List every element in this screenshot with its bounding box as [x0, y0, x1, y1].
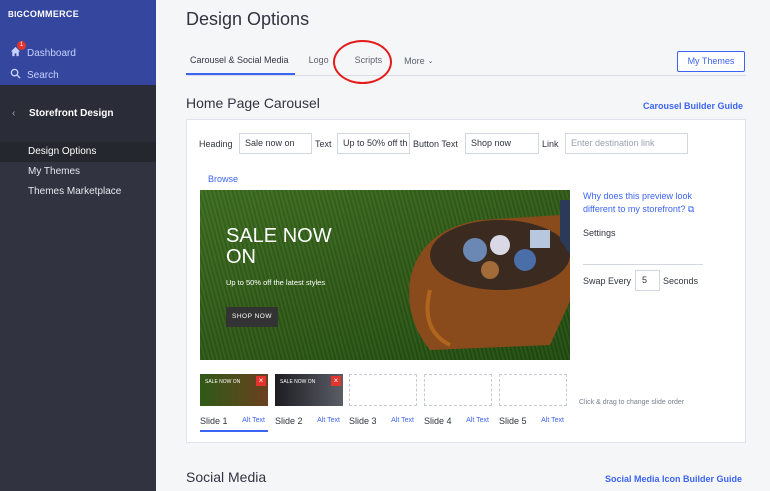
- sidebar-item-search[interactable]: Search: [10, 68, 59, 82]
- page-title: Design Options: [186, 9, 310, 29]
- tab-more-label: More: [404, 56, 425, 66]
- search-label: Search: [27, 69, 59, 81]
- alt-text-link[interactable]: Alt Text: [317, 417, 340, 424]
- browse-link[interactable]: Browse: [208, 174, 238, 184]
- preview-difference-text: Why does this preview look different to …: [583, 191, 693, 214]
- slide-tab[interactable]: Slide 3 Alt Text: [349, 416, 417, 430]
- dashboard-label: Dashboard: [27, 47, 76, 59]
- my-themes-button[interactable]: My Themes: [677, 51, 745, 72]
- thumb-text: SALE NOW ON: [205, 379, 241, 385]
- heading-label: Heading: [199, 139, 233, 149]
- chevron-down-icon: ⌄: [427, 58, 434, 65]
- carousel-card: Heading Sale now on Text Up to 50% off t…: [186, 119, 746, 443]
- settings-divider: [583, 264, 703, 265]
- drag-hint: Click & drag to change slide order: [579, 399, 685, 406]
- slide-tab[interactable]: Slide 2 Alt Text: [275, 416, 343, 430]
- thumb-text: SALE NOW ON: [280, 379, 316, 385]
- slide-label: Slide 4: [424, 416, 452, 426]
- slide-shop-button[interactable]: SHOP NOW: [226, 307, 278, 327]
- preview-difference-link[interactable]: Why does this preview look different to …: [583, 190, 708, 216]
- slide-tab[interactable]: Slide 5 Alt Text: [499, 416, 567, 430]
- swap-every-label: Swap Every: [583, 276, 632, 286]
- tab-bar: Carousel & Social Media Logo Scripts Mor…: [186, 52, 450, 75]
- sidebar-item-dashboard[interactable]: 1 Dashboard: [10, 41, 76, 60]
- alt-text-link[interactable]: Alt Text: [541, 417, 564, 424]
- slide-label: Slide 1: [200, 416, 228, 426]
- carousel-preview: SALE NOW ON Up to 50% off the latest sty…: [200, 190, 570, 360]
- sidebar-item-themes-marketplace[interactable]: Themes Marketplace: [0, 182, 156, 202]
- slide-thumbnail-empty[interactable]: [424, 374, 492, 406]
- sidebar-item-my-themes[interactable]: My Themes: [0, 162, 156, 182]
- storefront-design-title: Storefront Design: [29, 108, 114, 119]
- slide-heading: SALE NOW ON: [226, 225, 332, 268]
- bigcommerce-logo[interactable]: BIGCOMMERCE: [8, 9, 79, 19]
- sidebar-header: BIGCOMMERCE 1 Dashboard Search: [0, 0, 156, 85]
- notification-badge: 1: [17, 41, 26, 50]
- seconds-label: Seconds: [663, 276, 699, 286]
- heading-input[interactable]: Sale now on: [239, 133, 312, 154]
- alt-text-link[interactable]: Alt Text: [466, 417, 489, 424]
- tab-more[interactable]: More ⌄: [400, 52, 439, 75]
- logo-big-text: BIG: [8, 10, 24, 19]
- alt-text-link[interactable]: Alt Text: [242, 417, 265, 424]
- home-icon: 1: [10, 41, 26, 60]
- social-media-guide-link[interactable]: Social Media Icon Builder Guide: [605, 474, 742, 484]
- text-label: Text: [315, 139, 332, 149]
- settings-label: Settings: [583, 228, 616, 238]
- search-icon: [10, 68, 21, 82]
- slide-label: Slide 2: [275, 416, 303, 426]
- tab-logo[interactable]: Logo: [305, 52, 335, 75]
- alt-text-link[interactable]: Alt Text: [391, 417, 414, 424]
- annotation-circle: [333, 40, 392, 84]
- slide-text: Up to 50% off the latest styles: [226, 278, 326, 287]
- slide-thumbnail-empty[interactable]: [499, 374, 567, 406]
- slide-thumbnail[interactable]: SALE NOW ON ×: [275, 374, 343, 406]
- social-media-section-title: Social Media: [186, 469, 267, 485]
- button-text-input[interactable]: Shop now: [465, 133, 539, 154]
- external-link-icon: ⧉: [687, 204, 695, 214]
- slide-tab[interactable]: Slide 1 Alt Text: [200, 416, 268, 432]
- storefront-design-section[interactable]: ‹ Storefront Design: [0, 85, 156, 143]
- close-icon[interactable]: ×: [256, 376, 266, 386]
- main-content: Design Options Carousel & Social Media L…: [156, 0, 770, 491]
- close-icon[interactable]: ×: [331, 376, 341, 386]
- link-input[interactable]: Enter destination link: [565, 133, 688, 154]
- carousel-builder-guide-link[interactable]: Carousel Builder Guide: [643, 101, 743, 111]
- tab-carousel-social[interactable]: Carousel & Social Media: [186, 52, 295, 75]
- text-input[interactable]: Up to 50% off th: [337, 133, 410, 154]
- carousel-section-title: Home Page Carousel: [186, 95, 320, 111]
- swap-interval-input[interactable]: 5: [635, 270, 660, 291]
- slide-thumbnail[interactable]: SALE NOW ON ×: [200, 374, 268, 406]
- slide-label: Slide 3: [349, 416, 377, 426]
- button-text-label: Button Text: [413, 139, 458, 149]
- tab-divider: [186, 75, 746, 76]
- logo-rest-text: COMMERCE: [23, 9, 80, 19]
- chevron-left-icon[interactable]: ‹: [12, 108, 15, 119]
- link-label: Link: [542, 139, 559, 149]
- sidebar-item-design-options[interactable]: Design Options: [0, 142, 156, 162]
- sidebar: BIGCOMMERCE 1 Dashboard Search ‹ Storefr…: [0, 0, 156, 491]
- slide-thumbnail-empty[interactable]: [349, 374, 417, 406]
- bag-image: [409, 200, 570, 350]
- slide-label: Slide 5: [499, 416, 527, 426]
- slide-tab[interactable]: Slide 4 Alt Text: [424, 416, 492, 430]
